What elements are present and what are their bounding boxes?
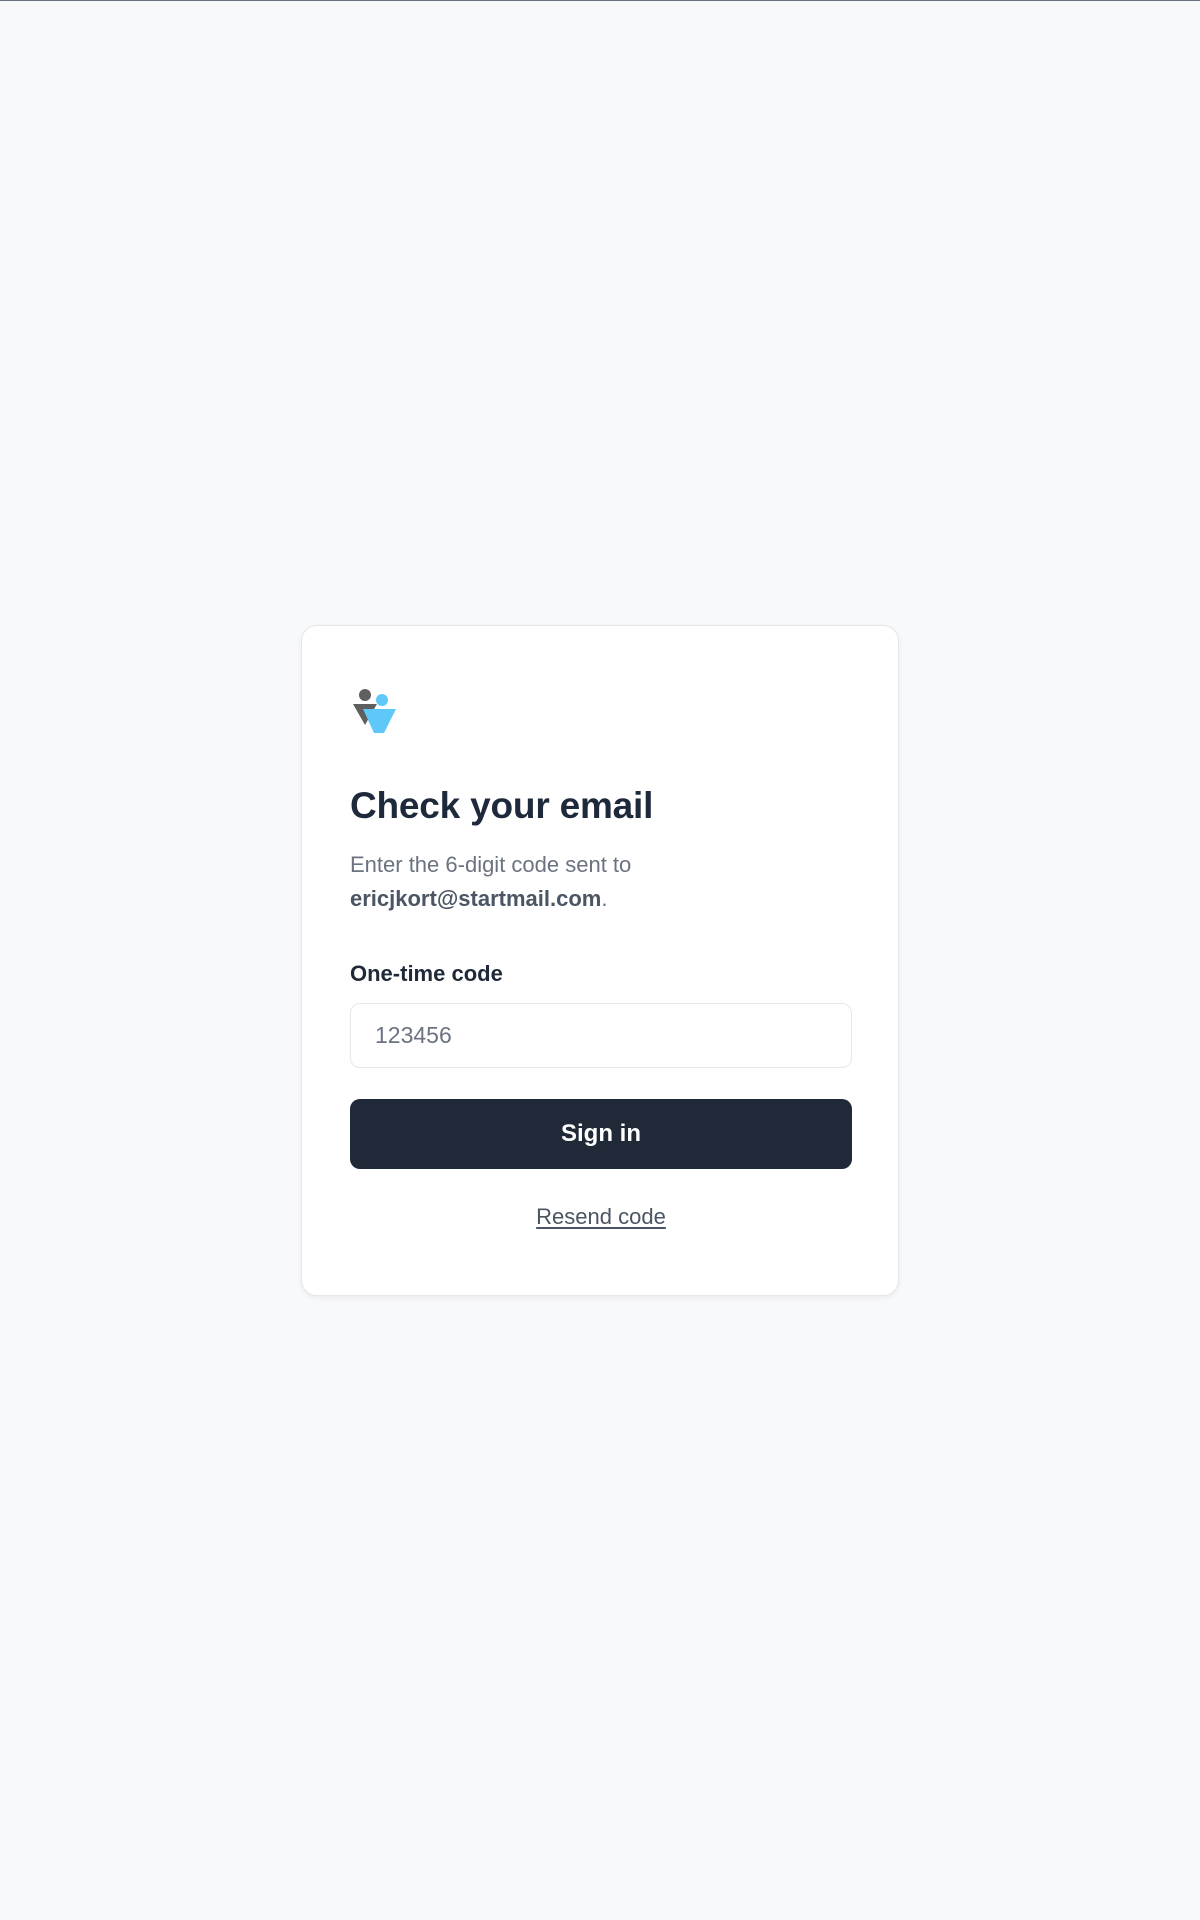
code-field-label: One-time code xyxy=(350,961,503,986)
verification-card: Check your email Enter the 6-digit code … xyxy=(301,625,899,1296)
people-icon xyxy=(350,687,398,735)
recipient-email: ericjkort@startmail.com xyxy=(350,886,602,911)
instructions-suffix: . xyxy=(601,886,608,911)
code-input[interactable] xyxy=(350,1003,852,1068)
instructions-prefix: Enter the 6-digit code sent to xyxy=(350,852,632,877)
page-title: Check your email xyxy=(350,785,654,826)
resend-code-link[interactable]: Resend code xyxy=(350,1204,852,1230)
sign-in-button[interactable]: Sign in xyxy=(350,1099,852,1169)
instructions-text: Enter the 6-digit code sent to ericjkort@… xyxy=(350,848,850,916)
